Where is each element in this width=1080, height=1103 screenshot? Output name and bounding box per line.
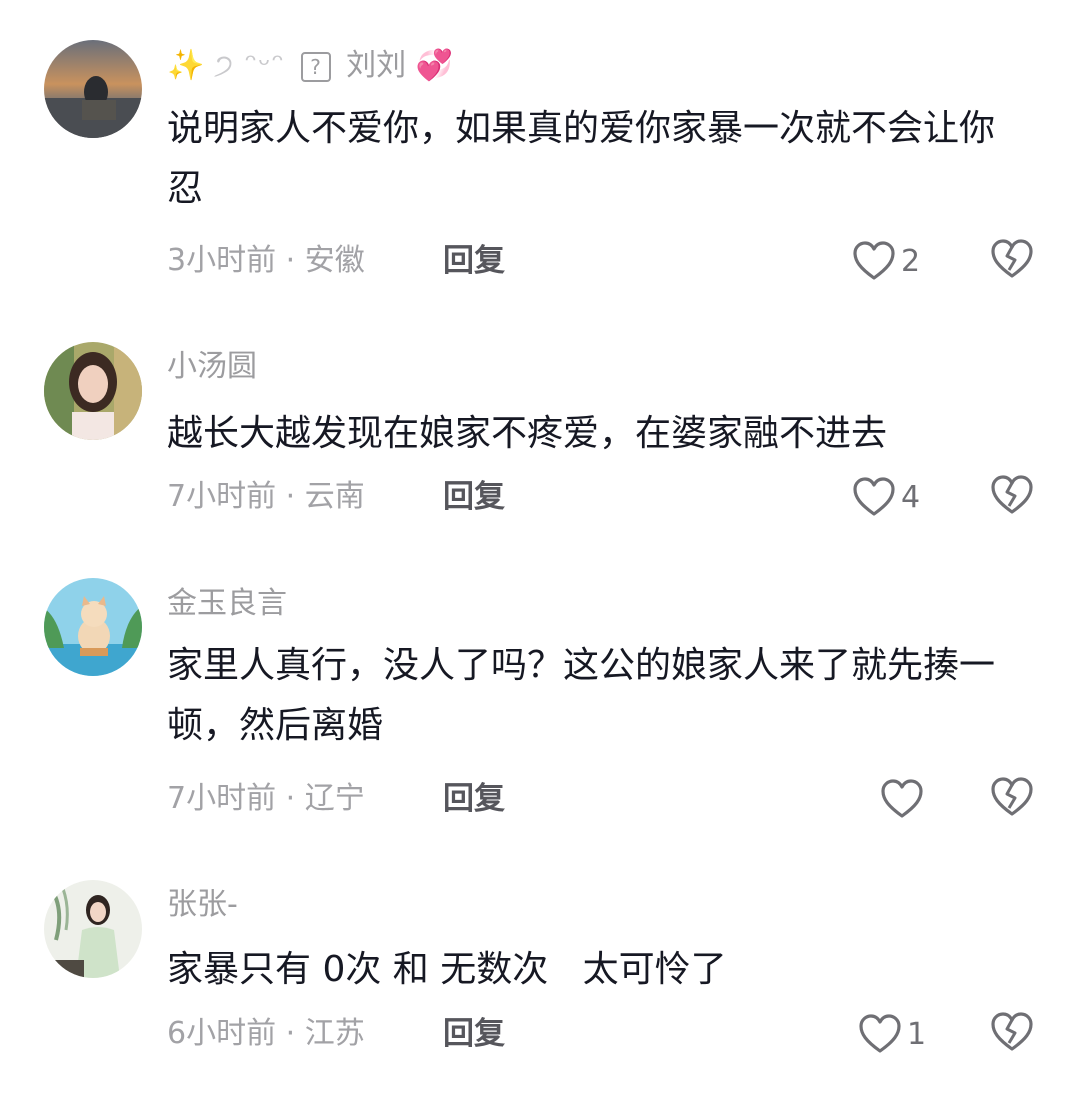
unknown-glyph-icon: ? xyxy=(300,51,331,82)
reply-button[interactable]: 回复 xyxy=(443,779,505,819)
avatar[interactable] xyxy=(44,578,142,676)
broken-heart-icon xyxy=(990,1011,1034,1053)
comment-username[interactable]: 金玉良言 xyxy=(167,584,287,624)
avatar[interactable] xyxy=(44,342,142,440)
dislike-button[interactable] xyxy=(990,238,1034,284)
like-button[interactable]: 2 xyxy=(852,238,920,284)
avatar[interactable] xyxy=(44,40,142,138)
comment-meta: 7小时前 · 云南 xyxy=(167,479,365,514)
comment-username[interactable]: ✨ ੭ ᵔᵕᵔ ? 刘刘 💞 xyxy=(167,46,453,86)
heart-outline-icon xyxy=(852,476,896,518)
dislike-button[interactable] xyxy=(990,776,1034,822)
sparkle-icon: ✨ xyxy=(167,48,205,83)
heart-outline-icon xyxy=(852,240,896,282)
like-button[interactable]: 4 xyxy=(852,474,920,520)
like-button[interactable] xyxy=(880,776,929,822)
reply-button[interactable]: 回复 xyxy=(443,1014,505,1054)
comment-meta: 6小时前 · 江苏 xyxy=(167,1016,365,1051)
comment-meta: 3小时前 · 安徽 xyxy=(167,243,365,278)
dislike-button[interactable] xyxy=(990,474,1034,520)
like-count: 4 xyxy=(901,479,921,515)
like-count: 2 xyxy=(901,243,921,279)
heart-outline-icon xyxy=(880,778,924,820)
comment-text: 说明家人不爱你，如果真的爱你家暴一次就不会让你忍 xyxy=(167,108,996,209)
username-masked: ੭ ᵔᵕᵔ xyxy=(213,48,286,83)
like-count: 1 xyxy=(907,1016,927,1052)
two-hearts-icon: 💞 xyxy=(415,48,454,83)
comment-text: 家暴只有 0次 和 无数次 太可怜了 xyxy=(167,949,727,990)
broken-heart-icon xyxy=(990,474,1034,516)
comment-text: 家里人真行，没人了吗？这公的娘家人来了就先揍一顿，然后离婚 xyxy=(167,645,996,746)
comment-text: 越长大越发现在娘家不疼爱，在婆家融不进去 xyxy=(167,413,888,454)
avatar[interactable] xyxy=(44,880,142,978)
like-button[interactable]: 1 xyxy=(858,1011,926,1057)
dislike-button[interactable] xyxy=(990,1011,1034,1057)
heart-outline-icon xyxy=(858,1013,902,1055)
comment-meta: 7小时前 · 辽宁 xyxy=(167,781,365,816)
broken-heart-icon xyxy=(990,776,1034,818)
comment-username[interactable]: 张张- xyxy=(167,885,238,925)
reply-button[interactable]: 回复 xyxy=(443,241,505,281)
broken-heart-icon xyxy=(990,238,1034,280)
reply-button[interactable]: 回复 xyxy=(443,477,505,517)
comment-username[interactable]: 小汤圆 xyxy=(167,347,257,387)
username-text: 刘刘 xyxy=(346,48,407,83)
